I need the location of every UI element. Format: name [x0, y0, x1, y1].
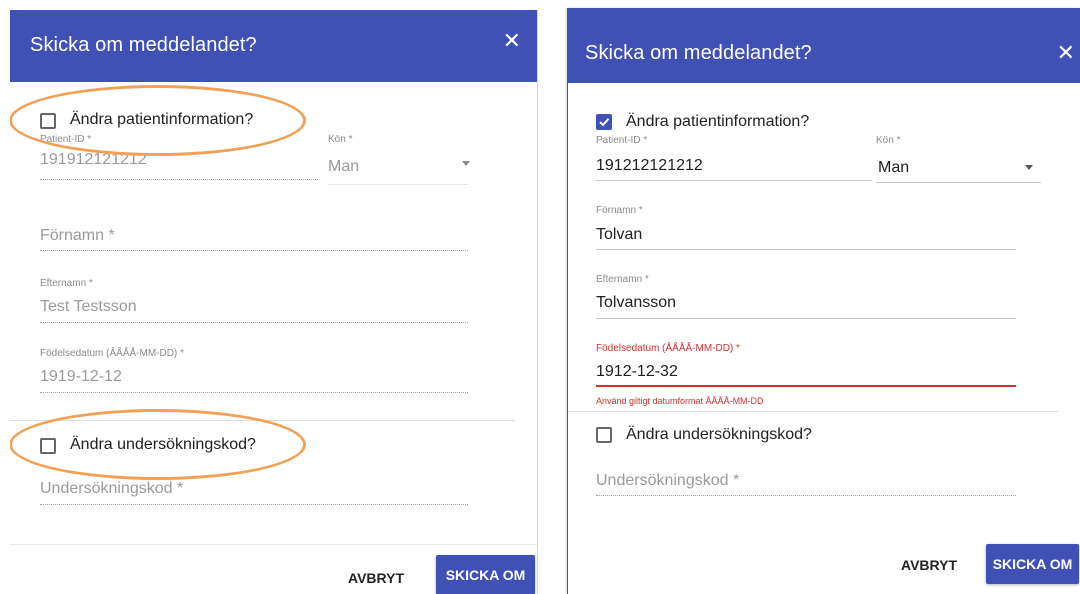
- first-name-label: Förnamn *: [596, 205, 643, 216]
- gender-underline: [328, 184, 468, 185]
- gender-select[interactable]: Man: [328, 158, 359, 176]
- patient-id-field[interactable]: 191912121212: [40, 151, 147, 169]
- patient-info-checkbox[interactable]: [596, 114, 612, 130]
- first-name-underline: [40, 250, 468, 251]
- footer-divider: [10, 544, 537, 545]
- patient-id-underline: [596, 180, 872, 181]
- dialog-header: Skicka om meddelandet? ✕: [10, 10, 537, 82]
- birth-date-field[interactable]: 1919-12-12: [40, 368, 122, 386]
- first-name-field[interactable]: Förnamn *: [40, 227, 115, 245]
- cancel-button[interactable]: AVBRYT: [338, 558, 414, 594]
- cancel-button[interactable]: AVBRYT: [891, 545, 967, 585]
- birth-date-label: Födelsedatum (ÅÅÅÅ-MM-DD) *: [40, 348, 184, 359]
- exam-code-field[interactable]: Undersökningskod *: [40, 480, 183, 498]
- first-name-underline: [596, 249, 1016, 250]
- birth-date-label: Födelsedatum (ÅÅÅÅ-MM-DD) *: [596, 343, 740, 354]
- patient-id-label: Patient-ID *: [40, 134, 92, 145]
- patient-id-underline: [40, 179, 318, 180]
- chevron-down-icon[interactable]: [1025, 165, 1033, 170]
- resend-button[interactable]: SKICKA OM: [436, 555, 535, 594]
- last-name-label: Efternamn *: [596, 274, 649, 285]
- exam-code-checkbox[interactable]: [40, 438, 56, 454]
- dialog-title: Skicka om meddelandet?: [585, 42, 812, 64]
- birth-date-field[interactable]: 1912-12-32: [596, 363, 678, 381]
- exam-code-field[interactable]: Undersökningskod *: [596, 472, 739, 490]
- birth-date-underline: [40, 392, 468, 393]
- last-name-label: Efternamn *: [40, 278, 93, 289]
- dialog-title: Skicka om meddelandet?: [30, 34, 257, 56]
- exam-code-checkbox-label: Ändra undersökningskod?: [70, 436, 256, 453]
- resend-dialog-right: Skicka om meddelandet? ✕ Ändra patientin…: [567, 8, 1080, 594]
- section-divider: [10, 420, 515, 421]
- exam-code-checkbox-label: Ändra undersökningskod?: [626, 426, 812, 443]
- exam-code-checkbox[interactable]: [596, 427, 612, 443]
- exam-code-underline: [596, 495, 1016, 496]
- checkmark-icon: [599, 118, 610, 127]
- patient-id-field[interactable]: 191212121212: [596, 157, 703, 175]
- patient-info-checkbox-label: Ändra patientinformation?: [70, 111, 254, 128]
- gender-label: Kön *: [328, 134, 353, 145]
- exam-code-underline: [40, 504, 468, 505]
- patient-info-checkbox-label: Ändra patientinformation?: [626, 113, 810, 130]
- chevron-down-icon[interactable]: [462, 161, 470, 166]
- birth-date-underline: [596, 385, 1016, 387]
- resend-dialog-left: Skicka om meddelandet? ✕ Ändra patientin…: [10, 10, 538, 594]
- gender-underline: [876, 182, 1041, 183]
- dialog-header: Skicka om meddelandet? ✕: [568, 8, 1080, 83]
- resend-button[interactable]: SKICKA OM: [986, 544, 1079, 584]
- section-divider: [568, 411, 1058, 412]
- last-name-underline: [596, 318, 1016, 319]
- gender-select[interactable]: Man: [878, 159, 909, 177]
- close-icon[interactable]: ✕: [1057, 42, 1075, 64]
- birth-date-error: Använd giltigt datumformat ÅÅÅÅ-MM-DD: [596, 396, 764, 406]
- last-name-underline: [40, 322, 468, 323]
- patient-info-checkbox[interactable]: [40, 113, 56, 129]
- last-name-field[interactable]: Test Testsson: [40, 298, 137, 316]
- last-name-field[interactable]: Tolvansson: [596, 294, 676, 312]
- patient-id-label: Patient-ID *: [596, 135, 648, 146]
- close-icon[interactable]: ✕: [503, 30, 521, 52]
- gender-label: Kön *: [876, 135, 901, 146]
- first-name-field[interactable]: Tolvan: [596, 226, 642, 244]
